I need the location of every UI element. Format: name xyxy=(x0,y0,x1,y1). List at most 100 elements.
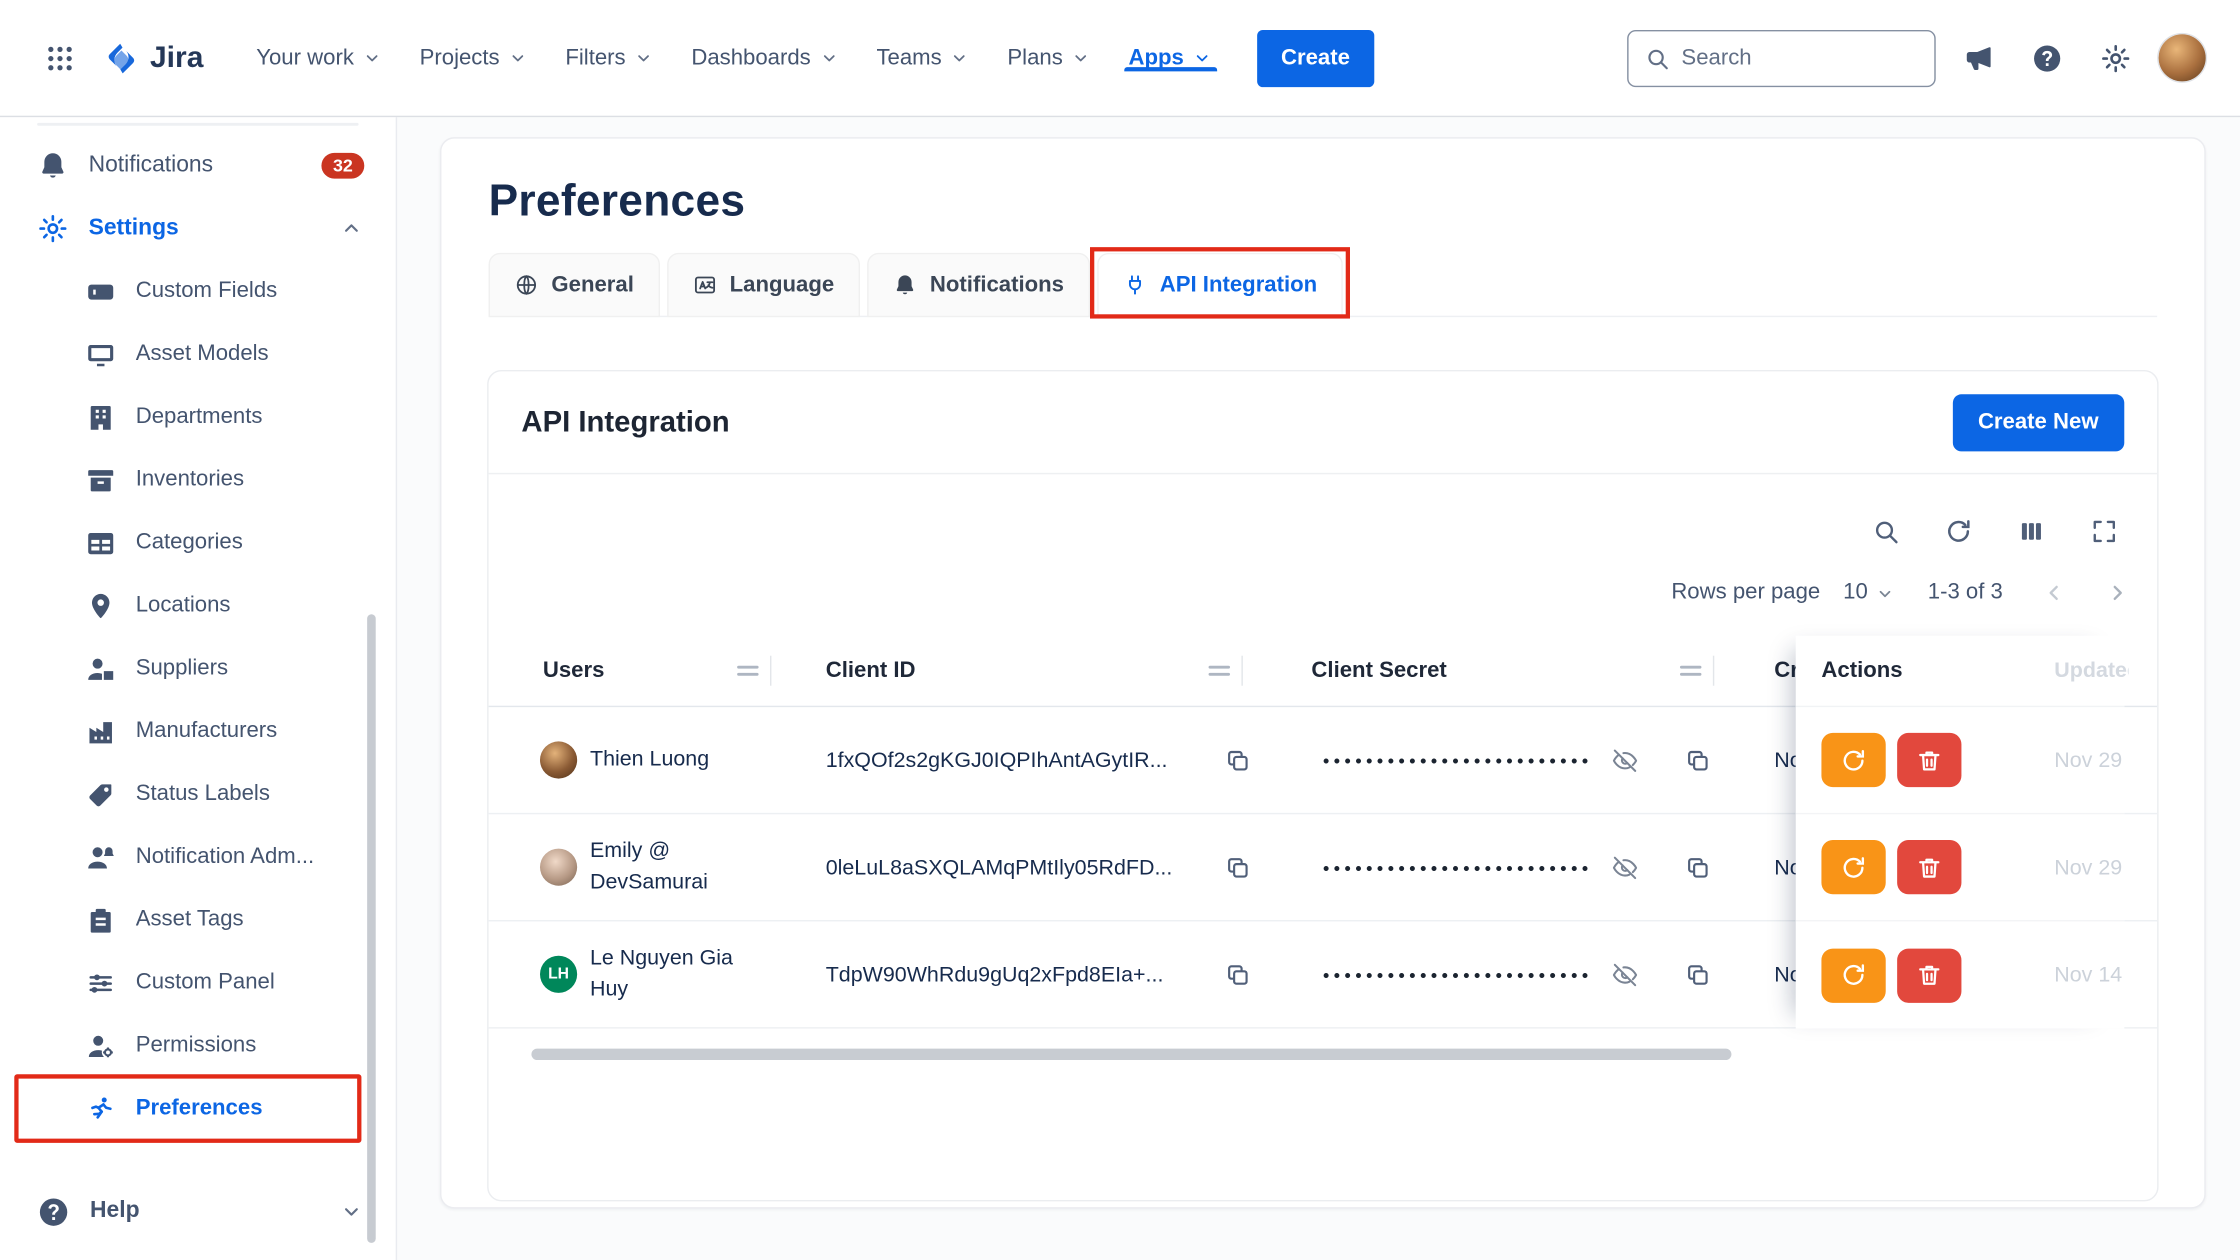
refresh-icon xyxy=(1944,517,1973,546)
toggle-secret-button[interactable] xyxy=(1609,744,1642,777)
column-resize-handle[interactable] xyxy=(1680,666,1701,676)
table-refresh-button[interactable] xyxy=(1941,514,1975,548)
copy-secret-button[interactable] xyxy=(1681,851,1714,884)
column-divider xyxy=(770,656,771,686)
primary-nav: Your work Projects Filters Dashboards Te… xyxy=(238,45,1231,71)
client-secret-mask: ••••••••••••••••••••••••• xyxy=(1323,749,1593,770)
table-columns-button[interactable] xyxy=(2014,514,2048,548)
sidebar-item-notifications[interactable]: Notifications 32 xyxy=(0,134,396,197)
sidebar-item-asset-models[interactable]: Asset Models xyxy=(0,323,396,386)
delete-key-button[interactable] xyxy=(1897,948,1961,1002)
settings-button[interactable] xyxy=(2090,32,2141,83)
nav-your-work[interactable]: Your work xyxy=(238,45,401,71)
prev-page-button[interactable] xyxy=(2034,573,2074,613)
create-button[interactable]: Create xyxy=(1257,29,1375,86)
eye-off-icon xyxy=(1611,961,1638,988)
sidebar-item-custom-fields[interactable]: Custom Fields xyxy=(0,260,396,323)
search-input[interactable] xyxy=(1681,45,1918,71)
copy-secret-button[interactable] xyxy=(1681,744,1714,777)
column-header-actions: Actions Updated xyxy=(1796,636,2125,707)
create-new-button[interactable]: Create New xyxy=(1952,394,2124,451)
tab-language[interactable]: Language xyxy=(667,253,860,317)
bell-icon xyxy=(893,273,917,297)
notification-count-badge: 32 xyxy=(322,153,365,178)
copy-secret-button[interactable] xyxy=(1681,958,1714,991)
app-switcher-icon xyxy=(44,42,75,73)
chevron-down-icon xyxy=(361,47,382,68)
sidebar-item-suppliers[interactable]: Suppliers xyxy=(0,637,396,700)
help-icon xyxy=(37,1195,70,1228)
eye-off-icon xyxy=(1611,854,1638,881)
app-switcher-button[interactable] xyxy=(34,32,85,83)
table-toolbar xyxy=(489,474,2158,548)
nav-plans[interactable]: Plans xyxy=(989,45,1110,71)
sidebar-item-custom-panel[interactable]: Custom Panel xyxy=(0,951,396,1014)
avatar xyxy=(540,741,577,778)
sidebar-item-asset-tags[interactable]: Asset Tags xyxy=(0,889,396,952)
copy-client-id-button[interactable] xyxy=(1221,958,1254,991)
column-resize-handle[interactable] xyxy=(1209,666,1230,676)
api-keys-table: Users Client ID Client Secret Created Th… xyxy=(489,636,2158,1029)
tab-general[interactable]: General xyxy=(489,253,660,317)
nav-teams[interactable]: Teams xyxy=(858,45,989,71)
api-integration-panel: API Integration Create New Rows per page… xyxy=(487,370,2158,1201)
eye-off-icon xyxy=(1611,746,1638,773)
sidebar-item-permissions[interactable]: Permissions xyxy=(0,1014,396,1077)
column-divider xyxy=(1713,656,1714,686)
copy-icon xyxy=(1224,746,1251,773)
actions-pinned-column: Actions Updated Nov 29 Nov 29 xyxy=(1796,636,2125,1029)
sidebar-item-manufacturers[interactable]: Manufacturers xyxy=(0,700,396,763)
refresh-icon xyxy=(1840,961,1867,988)
column-divider xyxy=(1241,656,1242,686)
copy-client-id-button[interactable] xyxy=(1221,744,1254,777)
sidebar-item-locations[interactable]: Locations xyxy=(0,574,396,637)
jira-logo[interactable]: Jira xyxy=(103,39,204,76)
sidebar-item-categories[interactable]: Categories xyxy=(0,511,396,574)
search-icon xyxy=(1871,517,1900,546)
table-fullscreen-button[interactable] xyxy=(2087,514,2121,548)
refresh-icon xyxy=(1840,854,1867,881)
sidebar-item-help[interactable]: Help xyxy=(0,1180,396,1243)
nav-apps[interactable]: Apps xyxy=(1110,45,1231,71)
global-search[interactable] xyxy=(1627,29,1936,86)
sidebar-item-inventories[interactable]: Inventories xyxy=(0,449,396,512)
toggle-secret-button[interactable] xyxy=(1609,851,1642,884)
nav-dashboards[interactable]: Dashboards xyxy=(673,45,858,71)
nav-filters[interactable]: Filters xyxy=(547,45,673,71)
user-name: Thien Luong xyxy=(590,744,709,775)
table-search-button[interactable] xyxy=(1869,514,1903,548)
regenerate-key-button[interactable] xyxy=(1821,948,1885,1002)
client-secret-mask: ••••••••••••••••••••••••• xyxy=(1323,964,1593,985)
chevron-right-icon xyxy=(2103,579,2132,608)
next-page-button[interactable] xyxy=(2097,573,2137,613)
chevron-left-icon xyxy=(2040,579,2069,608)
tab-notifications[interactable]: Notifications xyxy=(867,253,1090,317)
regenerate-key-button[interactable] xyxy=(1821,840,1885,894)
asset-tags-icon xyxy=(86,905,116,935)
delete-key-button[interactable] xyxy=(1897,840,1961,894)
copy-icon xyxy=(1684,854,1711,881)
notification-admin-icon xyxy=(86,842,116,872)
sidebar-item-notification-admin[interactable]: Notification Adm... xyxy=(0,826,396,889)
horizontal-scrollbar-thumb[interactable] xyxy=(531,1049,1731,1060)
announcements-button[interactable] xyxy=(1953,32,2004,83)
sidebar-scrollbar[interactable] xyxy=(367,614,376,1243)
client-id-value: 0leLuL8aSXQLAMqPMtIly05RdFD... xyxy=(826,855,1222,879)
sidebar-item-status-labels[interactable]: Status Labels xyxy=(0,763,396,826)
copy-client-id-button[interactable] xyxy=(1221,851,1254,884)
column-resize-handle[interactable] xyxy=(737,666,758,676)
help-button[interactable] xyxy=(2021,32,2072,83)
user-avatar[interactable] xyxy=(2159,34,2206,81)
nav-projects[interactable]: Projects xyxy=(401,45,547,71)
toggle-secret-button[interactable] xyxy=(1609,958,1642,991)
sidebar-item-preferences[interactable]: Preferences xyxy=(0,1077,396,1140)
horizontal-scrollbar-track xyxy=(520,1049,2126,1060)
sidebar-item-departments[interactable]: Departments xyxy=(0,386,396,449)
top-navigation-bar: Jira Your work Projects Filters Dashboar… xyxy=(0,0,2240,117)
rows-per-page-select[interactable]: 10 xyxy=(1843,580,1896,606)
sidebar-item-settings[interactable]: Settings xyxy=(0,197,396,260)
tab-api-integration[interactable]: API Integration xyxy=(1097,253,1343,317)
regenerate-key-button[interactable] xyxy=(1821,733,1885,787)
jira-logo-text: Jira xyxy=(150,41,203,75)
delete-key-button[interactable] xyxy=(1897,733,1961,787)
